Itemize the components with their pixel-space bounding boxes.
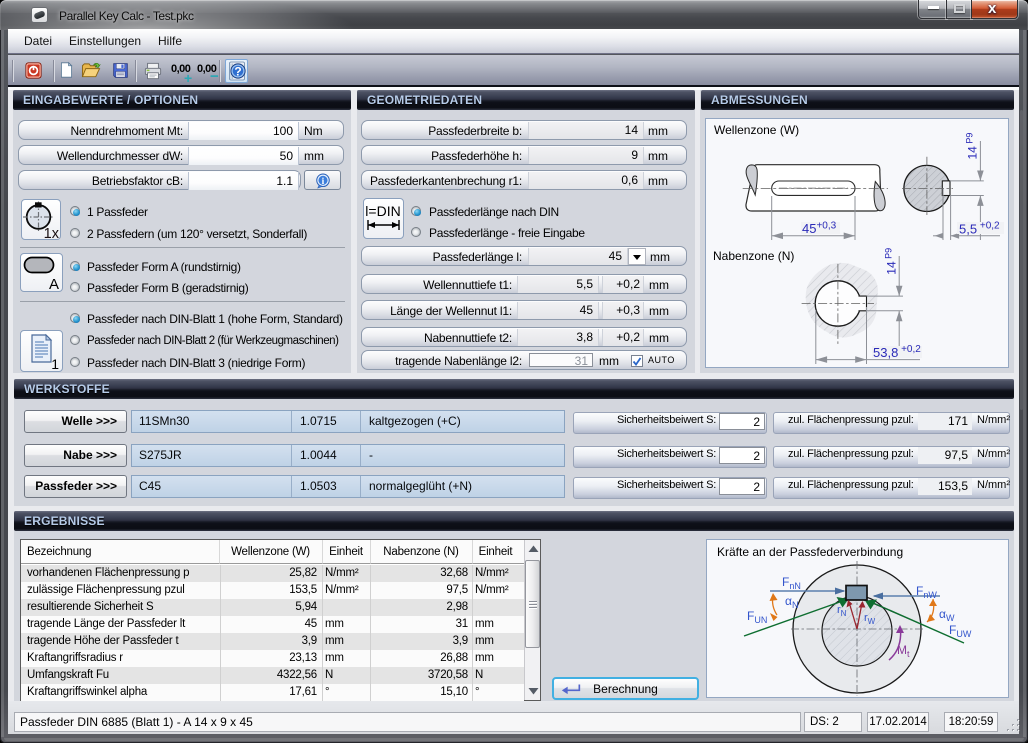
svg-text:FnW: FnW — [916, 584, 937, 600]
svg-text:FnN: FnN — [782, 575, 801, 591]
svg-text:1x: 1x — [44, 226, 60, 239]
svg-text:FUW: FUW — [949, 623, 972, 639]
svg-text:Wellenzone (W): Wellenzone (W) — [714, 123, 799, 137]
svg-text:l=DIN: l=DIN — [365, 203, 400, 219]
svg-text:1: 1 — [51, 356, 59, 371]
svg-text:αW: αW — [939, 607, 955, 623]
svg-text:5,5 +0,2: 5,5 +0,2 — [959, 221, 1000, 237]
svg-text:FUN: FUN — [747, 609, 767, 625]
svg-text:αN: αN — [785, 594, 798, 610]
svg-text:i: i — [322, 177, 325, 187]
svg-text:14 P9: 14 P9 — [965, 133, 980, 160]
svg-text:Nabenzone (N): Nabenzone (N) — [713, 249, 794, 263]
svg-text:A: A — [49, 276, 59, 291]
svg-text:?: ? — [234, 64, 241, 78]
svg-text:Kräfte an der Passfederverbind: Kräfte an der Passfederverbindung — [717, 545, 903, 559]
svg-text:14 P9: 14 P9 — [883, 248, 898, 275]
